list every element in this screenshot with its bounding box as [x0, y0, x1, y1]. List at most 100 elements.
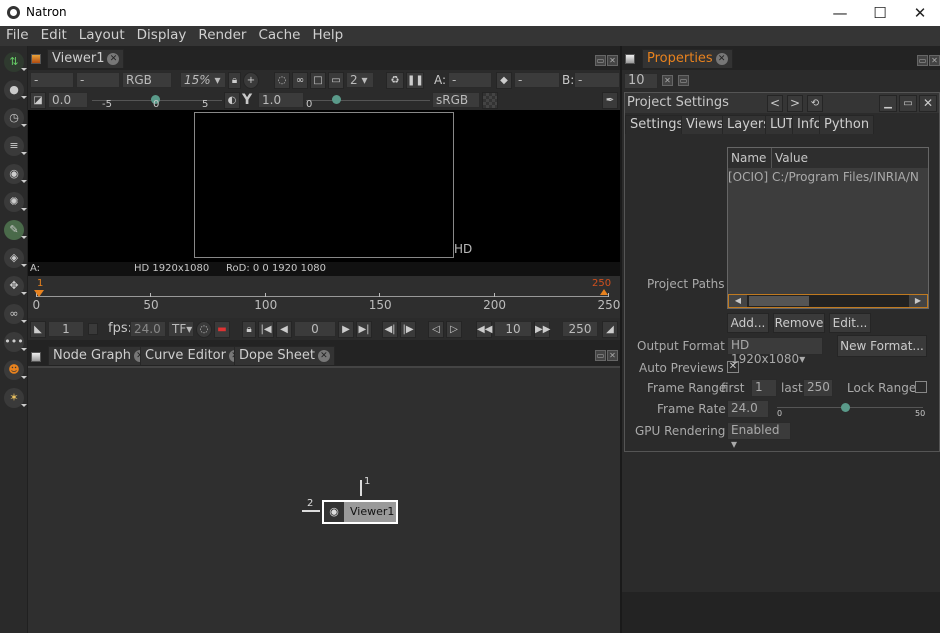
gain-slider[interactable]: -5 0 5 [92, 94, 222, 110]
lock-icon[interactable]: 🔒︎ [228, 72, 241, 89]
redo-icon[interactable]: > [787, 95, 803, 112]
in-point-field[interactable]: 1 [48, 321, 84, 337]
viewer-canvas[interactable]: HD [28, 110, 620, 262]
lock-frame-icon[interactable]: 🔒︎ [242, 321, 256, 338]
lock-range-checkbox[interactable] [915, 381, 927, 393]
close-button[interactable]: ✕ [900, 2, 940, 24]
first-frame-field[interactable]: 1 [751, 379, 777, 397]
filter-tool-icon[interactable]: ✺ [4, 192, 27, 212]
set-in-point-icon[interactable]: ◣ [30, 321, 46, 338]
playback-mode-icon[interactable]: ◌ [196, 321, 212, 338]
pane-menu-icon[interactable] [31, 54, 41, 64]
close-tab-icon[interactable]: ✕ [107, 52, 120, 65]
close-pane-icon[interactable]: ✕ [607, 350, 618, 361]
float-pane-icon[interactable]: ▭ [595, 55, 606, 66]
auto-previews-checkbox[interactable]: ✕ [727, 361, 739, 373]
tab-python[interactable]: Python [819, 115, 875, 134]
set-out-point-icon[interactable]: ◢ [602, 321, 618, 338]
close-pane-icon[interactable]: ✕ [929, 55, 940, 66]
gamma-slider[interactable]: 0 [306, 94, 430, 110]
max-panels-field[interactable]: 10 [624, 73, 658, 89]
horizontal-scrollbar[interactable]: ◀ ▶ [728, 294, 928, 308]
merge-tool-icon[interactable]: ◈ [4, 248, 27, 268]
close-tab-icon[interactable]: ✕ [317, 349, 330, 362]
composite-mode-icon[interactable]: ◆ [496, 72, 512, 89]
close-panel-icon[interactable]: ✕ [919, 95, 937, 112]
turbo-toggle[interactable] [88, 323, 98, 335]
operation-select[interactable]: - [514, 72, 560, 88]
maximize-button[interactable]: ☐ [860, 2, 900, 24]
new-format-button[interactable]: New Format... [837, 335, 927, 357]
colorspace-select[interactable]: sRGB ▾ [432, 92, 480, 121]
tab-viewer1[interactable]: Viewer1 ✕ [47, 49, 125, 68]
previous-keyframe-icon[interactable]: ◁ [428, 321, 444, 338]
add-path-button[interactable]: Add... [727, 313, 769, 333]
minimize-panel-icon[interactable]: ▁ [879, 95, 897, 112]
zoom-select[interactable]: 15% ▾ [180, 72, 226, 88]
timeline[interactable]: 0 50 100 150 200 250 1 250 [28, 276, 620, 318]
first-frame-icon[interactable]: |◀ [258, 321, 274, 338]
last-frame-icon[interactable]: ▶| [356, 321, 372, 338]
image-tool-icon[interactable]: ⇅ [4, 52, 27, 72]
input-a-select[interactable]: - [448, 72, 492, 88]
column-name[interactable]: Name [731, 151, 766, 165]
full-frame-icon[interactable]: □ [310, 72, 326, 89]
time-format-select[interactable]: TF▾ [168, 321, 194, 337]
render-icon[interactable]: ▬ [214, 321, 230, 338]
menu-cache[interactable]: Cache [252, 26, 306, 44]
tab-node-graph[interactable]: Node Graph✕ [48, 346, 151, 365]
menu-render[interactable]: Render [192, 26, 252, 44]
tab-dope-sheet[interactable]: Dope Sheet ✕ [234, 346, 335, 365]
render-scale-icon[interactable]: ▭ [328, 72, 344, 89]
gamma-slider-handle[interactable] [332, 95, 341, 104]
out-point-field[interactable]: 250 [562, 321, 598, 337]
table-row[interactable]: [OCIO] C:/Program Files/INRIA/N [728, 170, 928, 186]
paint-tool-icon[interactable]: ● [4, 80, 27, 100]
keyer-tool-icon[interactable]: ✥ [4, 276, 27, 296]
time-tool-icon[interactable]: ◷ [4, 108, 27, 128]
start-marker-icon[interactable] [34, 290, 44, 297]
forward-increment-icon[interactable]: ▶▶ [534, 321, 550, 338]
proxy-select[interactable]: 2 ▾ [346, 72, 374, 88]
channels-select[interactable]: RGB [122, 72, 172, 88]
menu-layout[interactable]: Layout [73, 26, 131, 44]
other-tool-icon[interactable]: ••• [4, 332, 27, 352]
column-value[interactable]: Value [775, 151, 808, 165]
gpu-rendering-select[interactable]: Enabled ▾ [727, 422, 791, 451]
viewer-node[interactable]: ◉ Viewer1 [322, 500, 398, 524]
eye-icon[interactable]: ◉ [324, 502, 344, 522]
increment-field[interactable]: 10 [494, 321, 532, 337]
scrollbar-thumb[interactable] [749, 296, 809, 306]
end-marker-icon[interactable] [600, 289, 608, 295]
next-frame-icon[interactable]: |▶ [400, 321, 416, 338]
center-viewer-icon[interactable]: + [243, 72, 259, 89]
tab-curve-editor[interactable]: Curve Editor✕ [140, 346, 246, 365]
menu-file[interactable]: File [0, 26, 35, 44]
gamma-field[interactable]: 1.0 [258, 92, 304, 108]
close-tab-icon[interactable]: ✕ [715, 52, 728, 65]
close-pane-icon[interactable]: ✕ [607, 55, 618, 66]
menu-edit[interactable]: Edit [35, 26, 73, 44]
scroll-right-icon[interactable]: ▶ [909, 295, 927, 307]
float-panel-icon[interactable]: ▭ [899, 95, 917, 112]
layer-select[interactable]: - [30, 72, 74, 88]
undo-icon[interactable]: < [767, 95, 783, 112]
views-tool-icon[interactable]: ∞ [4, 304, 27, 324]
restore-defaults-icon[interactable]: ⟲ [807, 95, 823, 112]
minimize-panels-icon[interactable]: ▭ [678, 75, 689, 86]
last-frame-field[interactable]: 250 [803, 379, 833, 397]
previous-frame-icon[interactable]: ◀| [382, 321, 398, 338]
minimize-button[interactable]: — [820, 2, 860, 24]
pause-icon[interactable]: ❚❚ [406, 72, 424, 89]
enable-region-icon[interactable]: ∞ [292, 72, 308, 89]
extra-tool-icon[interactable]: ✶ [4, 388, 27, 408]
gmic-tool-icon[interactable]: ☻ [4, 360, 27, 380]
input-b-select[interactable]: - [574, 72, 620, 88]
rewind-increment-icon[interactable]: ◀◀ [476, 321, 492, 338]
gain-toggle-icon[interactable]: ◪ [30, 92, 46, 109]
tab-properties[interactable]: Properties ✕ [642, 49, 733, 68]
next-keyframe-icon[interactable]: ▷ [446, 321, 462, 338]
float-pane-icon[interactable]: ▭ [595, 350, 606, 361]
tab-settings[interactable]: Settings [625, 115, 689, 134]
clip-to-project-icon[interactable]: ◌ [274, 72, 290, 89]
